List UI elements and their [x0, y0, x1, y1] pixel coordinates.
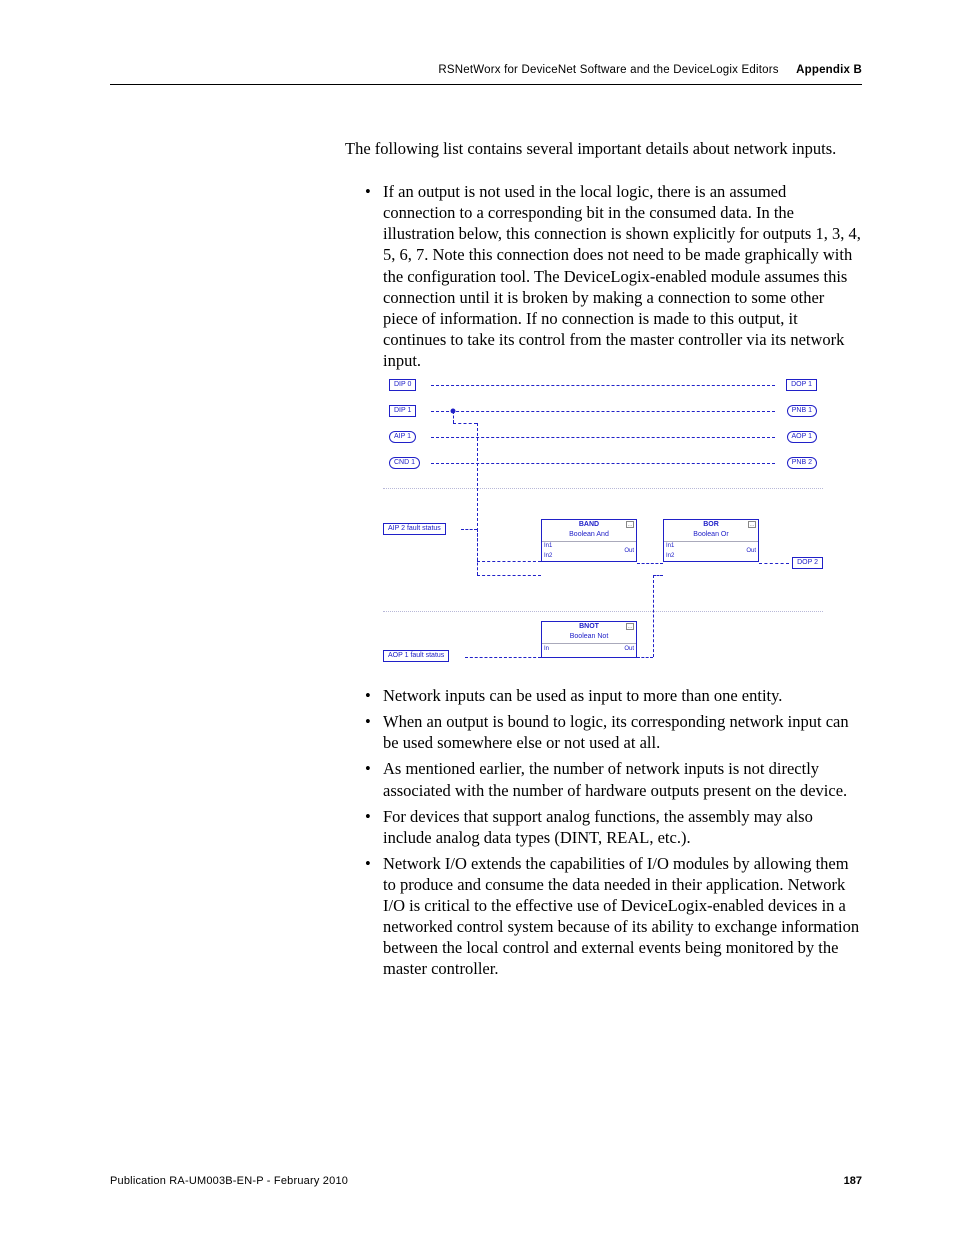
- port-in1: In1: [544, 543, 552, 551]
- port-out: Out: [746, 548, 756, 556]
- gate-subtitle: Boolean And: [542, 531, 636, 541]
- tag-aip1: AIP 1: [389, 431, 416, 443]
- gate-subtitle: Boolean Not: [542, 633, 636, 643]
- port-out: Out: [624, 548, 634, 556]
- wire: [465, 657, 541, 658]
- page-content: The following list contains several impo…: [345, 138, 862, 985]
- divider: [383, 611, 823, 612]
- tag-cnd1: CND 1: [389, 457, 420, 469]
- port-in1: In1: [666, 543, 674, 551]
- tag-dop1: DOP 1: [786, 379, 817, 391]
- wire: [477, 575, 541, 576]
- tag-aip2-fault: AIP 2 fault status: [383, 523, 446, 535]
- header-appendix: Appendix B: [796, 64, 862, 76]
- gate-band: … BAND Boolean And In1 In2 Out: [541, 519, 637, 562]
- page-header: RSNetWorx for DeviceNet Software and the…: [110, 64, 862, 85]
- wire: [653, 575, 663, 576]
- bullet-list-bottom: Network inputs can be used as input to m…: [345, 685, 862, 979]
- wire: [653, 575, 654, 657]
- gate-bor: … BOR Boolean Or In1 In2 Out: [663, 519, 759, 562]
- bullet-list-top: If an output is not used in the local lo…: [345, 181, 862, 371]
- logic-diagram: DIP 0 DIP 1 AIP 1 CND 1 AIP 2 fault stat…: [383, 379, 823, 675]
- gate-ports: In Out: [542, 643, 636, 657]
- tag-pnb2: PNB 2: [787, 457, 817, 469]
- list-item: Network I/O extends the capabilities of …: [383, 853, 862, 980]
- gate-subtitle: Boolean Or: [664, 531, 758, 541]
- close-icon: …: [626, 623, 634, 630]
- port-in2: In2: [544, 553, 552, 561]
- wire: [431, 411, 775, 412]
- gate-title: BNOT: [542, 622, 636, 633]
- gate-ports: In1 In2 Out: [542, 541, 636, 561]
- tag-dop2: DOP 2: [792, 557, 823, 569]
- wire: [453, 423, 477, 424]
- divider: [383, 488, 823, 489]
- wire: [453, 411, 454, 423]
- wire: [477, 529, 478, 575]
- wire: [431, 463, 775, 464]
- tag-dip0: DIP 0: [389, 379, 416, 391]
- wire: [637, 657, 653, 658]
- gate-title: BOR: [664, 520, 758, 531]
- tag-aop1: AOP 1: [787, 431, 818, 443]
- port-out: Out: [624, 646, 634, 654]
- tag-dip1: DIP 1: [389, 405, 416, 417]
- list-item: For devices that support analog function…: [383, 806, 862, 848]
- gate-ports: In1 In2 Out: [664, 541, 758, 561]
- gate-title: BAND: [542, 520, 636, 531]
- tag-aop1-fault: AOP 1 fault status: [383, 650, 449, 662]
- publication-info: Publication RA-UM003B-EN-P - February 20…: [110, 1175, 348, 1187]
- wire: [431, 437, 775, 438]
- wire: [461, 529, 477, 530]
- header-title: RSNetWorx for DeviceNet Software and the…: [438, 64, 778, 76]
- list-item: As mentioned earlier, the number of netw…: [383, 758, 862, 800]
- close-icon: …: [748, 521, 756, 528]
- page-footer: Publication RA-UM003B-EN-P - February 20…: [110, 1175, 862, 1187]
- close-icon: …: [626, 521, 634, 528]
- port-in: In: [544, 646, 549, 654]
- wire: [431, 385, 775, 386]
- list-item: When an output is bound to logic, its co…: [383, 711, 862, 753]
- wire: [637, 563, 663, 564]
- gate-bnot: … BNOT Boolean Not In Out: [541, 621, 637, 658]
- tag-pnb1: PNB 1: [787, 405, 817, 417]
- wire: [477, 561, 541, 562]
- wire: [759, 563, 789, 564]
- list-item: If an output is not used in the local lo…: [383, 181, 862, 371]
- intro-paragraph: The following list contains several impo…: [345, 138, 862, 159]
- page-number: 187: [844, 1175, 862, 1187]
- port-in2: In2: [666, 553, 674, 561]
- list-item: Network inputs can be used as input to m…: [383, 685, 862, 706]
